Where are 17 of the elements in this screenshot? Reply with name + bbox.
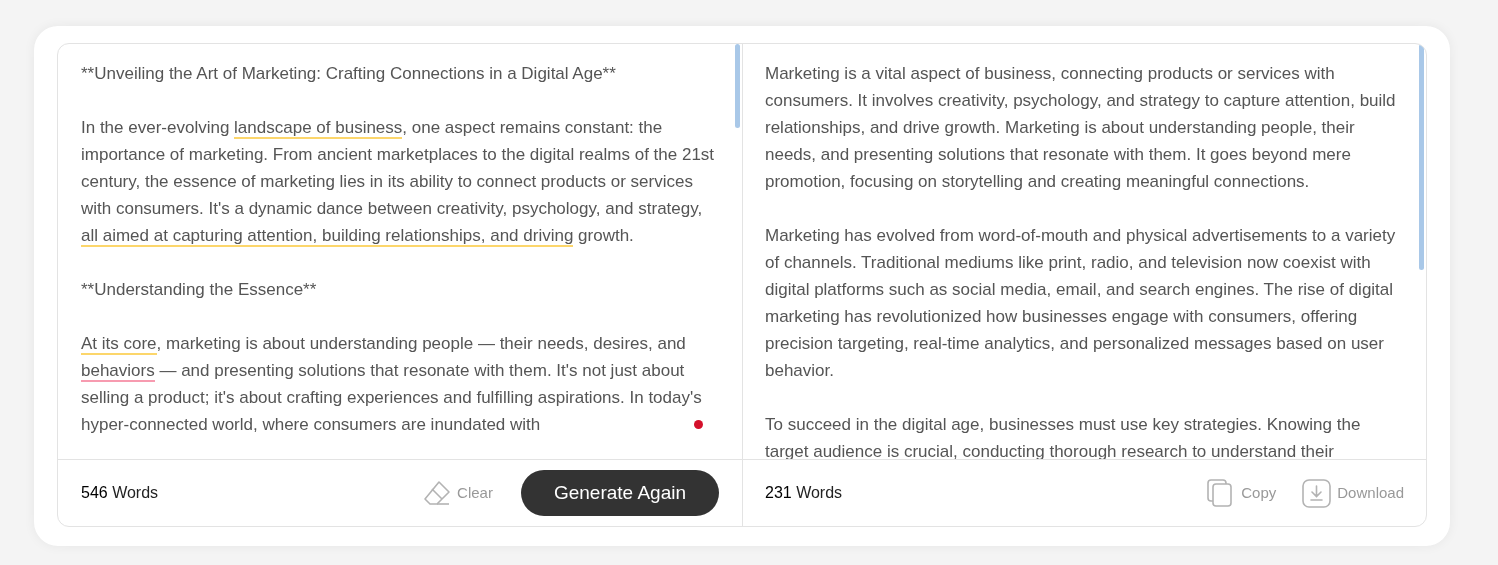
generate-again-button[interactable]: Generate Again [520, 470, 719, 517]
word-count: 546 Words [81, 483, 159, 504]
output-paragraph: Marketing has evolved from word-of-mouth and physical advertisements to a variety of channels. Traditional mediums like print, radio, and television now coexist with digital platforms such as social media, email, and search engines. The rise of digital marketing has revolutionized how businesses engage with consumers, offering precision targeting, real-time analytics, and personalized messages based on user behavior. [765, 225, 1397, 382]
clear-button[interactable]: Clear [423, 479, 493, 508]
input-paragraph: **Unveiling the Art of Marketing: Crafting Connections in a Digital Age** [81, 63, 617, 85]
copy-button[interactable]: Copy [1207, 479, 1277, 508]
copy-icon [1207, 479, 1234, 508]
input-paragraph: At its core, marketing is about understanding people — their needs, desires, and behaviors — and presenting solutions that resonate with them. It's not just about selling a product; it's about crafting experiences and fulfilling aspirations. In today's hyper-connected world, where consumers are inundated with [81, 333, 703, 436]
word-count: 231 Words [765, 483, 843, 504]
download-button[interactable]: Download [1302, 478, 1404, 508]
output-paragraph: Marketing is a vital aspect of business, connecting products or services with consumers. It involves creativity, psychology, and strategy to capture attention, build relationships, and drive growth. Marketing is about understanding people, their needs, and presenting solutions that resonate with them. It goes beyond mere promotion, focusing on storytelling and creating meaningful connections. [765, 63, 1397, 193]
eraser-icon [423, 479, 452, 508]
scrollbar-thumb[interactable] [1419, 44, 1424, 270]
input-paragraph: **Understanding the Essence** [81, 279, 318, 301]
input-paragraph: In the ever-evolving landscape of business, one aspect remains constant: the importance of marketing. From ancient marketplaces to the digital realms of the 21st century, the essence of marketing lies in its ability to connect products or services with consumers. It's a dynamic dance between creativity, psychology, and strategy, all aimed at capturing attention, building relationships, and driving growth. [81, 117, 716, 249]
scrollbar-thumb[interactable] [735, 44, 740, 128]
download-icon [1302, 478, 1332, 508]
